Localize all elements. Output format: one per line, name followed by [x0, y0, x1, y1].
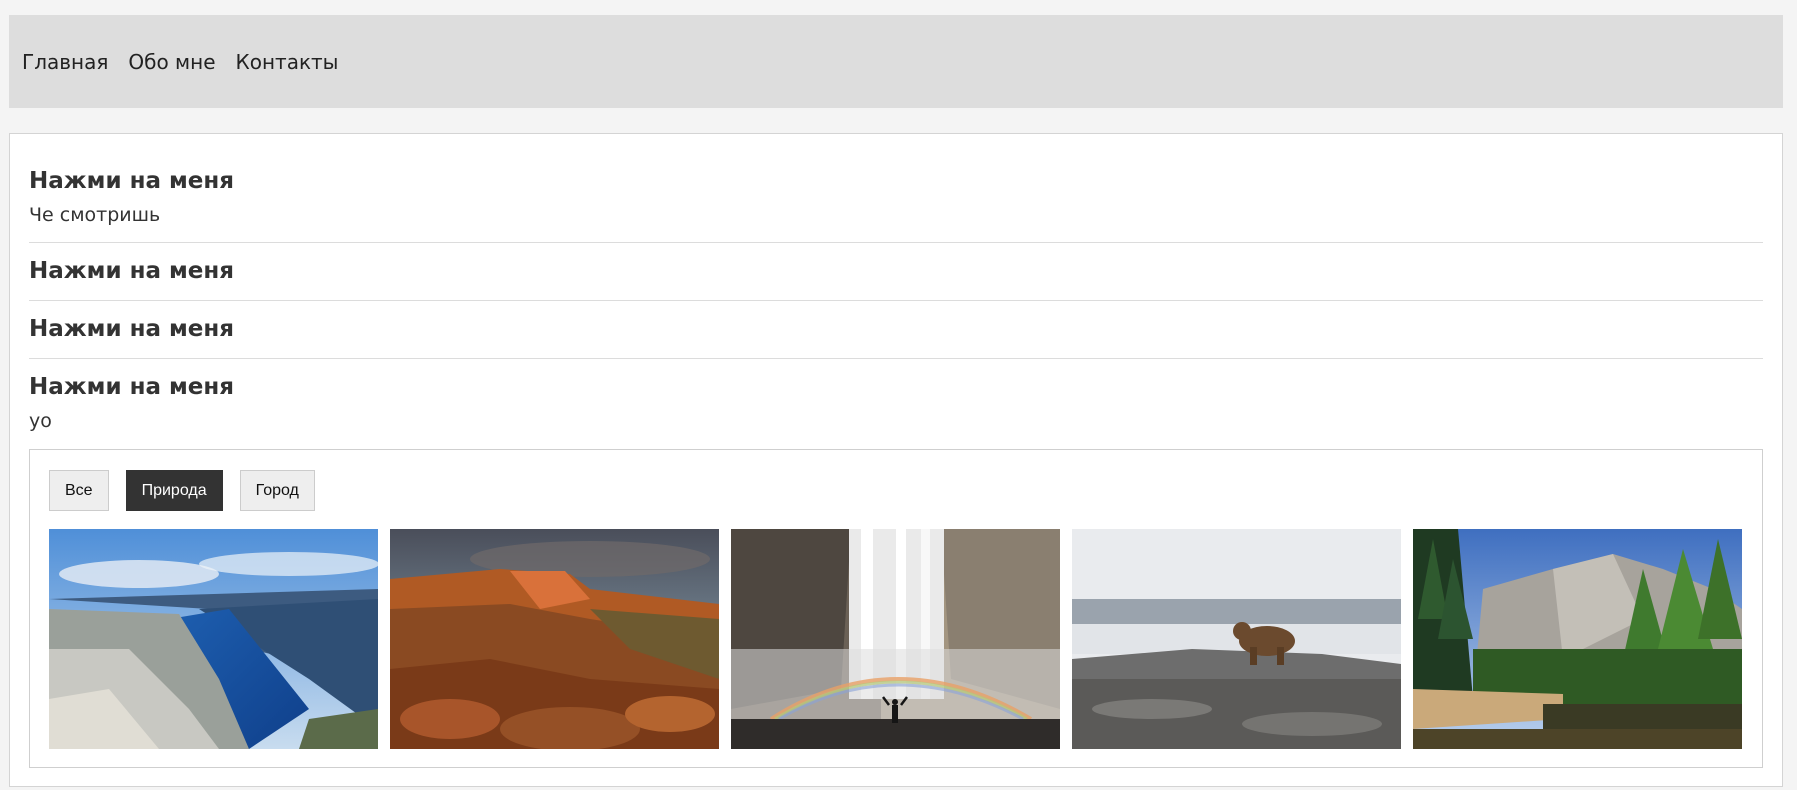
- gallery-filters: Все Природа Город: [49, 470, 315, 511]
- gallery-photo-canyon[interactable]: [390, 529, 719, 749]
- accordion-header[interactable]: Нажми на меня: [29, 258, 1763, 284]
- accordion-item-1: Нажми на меня Че смотришь: [29, 168, 1763, 226]
- divider: [29, 358, 1763, 359]
- divider: [29, 242, 1763, 243]
- accordion-body: Че смотришь: [29, 204, 161, 226]
- accordion-header[interactable]: Нажми на меня: [29, 168, 1763, 194]
- nav-link-about[interactable]: Обо мне: [128, 50, 215, 74]
- filter-city-button[interactable]: Город: [239, 470, 315, 511]
- accordion-item-2: Нажми на меня: [29, 258, 1763, 284]
- accordion-header[interactable]: Нажми на меня: [29, 316, 1763, 342]
- nav-link-contacts[interactable]: Контакты: [236, 50, 339, 74]
- gallery-grid: [49, 529, 1742, 749]
- gallery: Все Природа Город: [29, 449, 1763, 768]
- filter-all-button[interactable]: Все: [49, 470, 109, 511]
- accordion-item-4: Нажми на меня yo: [29, 374, 1763, 432]
- divider: [29, 300, 1763, 301]
- accordion-header[interactable]: Нажми на меня: [29, 374, 1763, 400]
- main-content: Нажми на меня Че смотришь Нажми на меня …: [9, 133, 1783, 787]
- accordion-body: yo: [29, 410, 52, 432]
- gallery-photo-bear[interactable]: [1072, 529, 1401, 749]
- gallery-photo-fjord[interactable]: [49, 529, 378, 749]
- accordion-item-3: Нажми на меня: [29, 316, 1763, 342]
- gallery-photo-waterfall[interactable]: [731, 529, 1060, 749]
- nav-link-home[interactable]: Главная: [22, 50, 108, 74]
- top-nav: Главная Обо мне Контакты: [9, 15, 1783, 108]
- gallery-photo-valley[interactable]: [1413, 529, 1742, 749]
- filter-nature-button[interactable]: Природа: [125, 470, 223, 511]
